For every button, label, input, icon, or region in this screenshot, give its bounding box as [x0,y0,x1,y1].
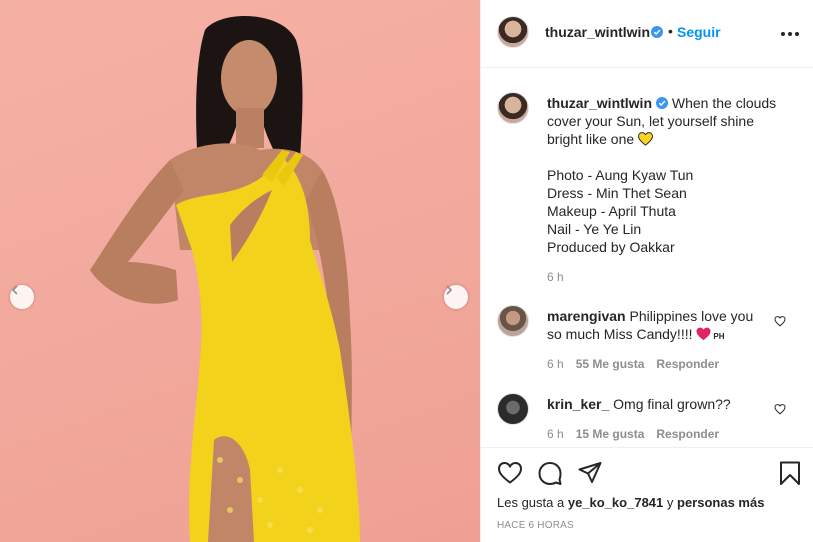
reply-button[interactable]: Responder [656,427,719,441]
post-caption: thuzar_wintlwin When the clouds cover yo… [547,94,787,256]
post-side-panel: thuzar_wintlwin • Seguir thuzar_wintlwin… [480,0,813,542]
commenter-username[interactable]: krin_ker_ [547,396,609,412]
share-icon[interactable] [577,460,603,486]
yellow-heart-emoji-icon [638,132,654,146]
next-photo-button[interactable] [444,285,468,309]
comment-meta: 6 h 15 Me gusta Responder [547,427,731,441]
commenter-avatar[interactable] [497,305,529,337]
credit-line: Dress - Min Thet Sean [547,185,687,201]
caption-text-line: cover your Sun, let yourself shine [547,113,754,129]
comment-icon[interactable] [537,460,563,486]
separator-dot: • [668,23,673,39]
author-avatar[interactable] [497,16,529,48]
verified-badge-icon [651,26,663,38]
commenter-username[interactable]: marengivan [547,308,626,324]
previous-photo-button[interactable] [10,285,34,309]
comment-time[interactable]: 6 h [547,357,564,371]
post-timestamp[interactable]: HACE 6 HORAS [497,520,574,531]
caption-username[interactable]: thuzar_wintlwin [547,95,652,111]
comment-item: krin_ker_ Omg final grown?? [547,395,772,413]
reply-button[interactable]: Responder [656,357,719,371]
red-heart-emoji-icon [696,327,711,341]
credit-line: Nail - Ye Ye Lin [547,221,642,237]
post-photo[interactable] [0,0,480,542]
comment-likes[interactable]: 15 Me gusta [576,427,645,441]
flag-emoji: PH [713,332,725,341]
credit-line: Produced by Oakkar [547,239,675,255]
comment-meta: 6 h 55 Me gusta Responder [547,357,731,371]
caption-text-line: When the clouds [671,95,777,111]
post-actions: Les gusta a ye_ko_ko_7841 y personas más… [481,447,813,542]
credit-line: Photo - Aung Kyaw Tun [547,167,694,183]
liked-by-others[interactable]: personas más [677,495,764,510]
caption-time[interactable]: 6 h [547,270,564,284]
more-options-icon[interactable] [781,26,799,42]
caption-avatar[interactable] [497,92,529,124]
comment-text: Omg final grown?? [613,396,731,412]
liked-by-summary: Les gusta a ye_ko_ko_7841 y personas más [497,495,764,510]
comment-likes[interactable]: 55 Me gusta [576,357,645,371]
model-illustration [90,16,360,542]
comment-time[interactable]: 6 h [547,427,564,441]
post-header: thuzar_wintlwin • Seguir [481,0,813,68]
comment-text: so much Miss Candy!!!! [547,326,693,342]
heart-icon[interactable] [497,460,523,486]
chevron-right-icon [446,285,453,295]
liked-by-middle: y [666,495,674,510]
author-username[interactable]: thuzar_wintlwin [545,24,650,40]
verified-badge-icon [656,97,668,109]
liked-by-prefix: Les gusta a [497,495,565,510]
liked-by-user[interactable]: ye_ko_ko_7841 [568,495,663,510]
caption-credits: Photo - Aung Kyaw Tun Dress - Min Thet S… [547,166,787,256]
commenter-avatar[interactable] [497,393,529,425]
follow-button[interactable]: Seguir [677,24,721,40]
caption-text-line: bright like one [547,131,635,147]
chevron-left-icon [11,285,18,295]
comment-like-icon[interactable] [774,403,786,415]
comment-item: marengivan Philippines love you so much … [547,307,772,346]
comment-like-icon[interactable] [774,315,786,327]
credit-line: Makeup - April Thuta [547,203,676,219]
comment-text: Philippines love you [629,308,754,324]
bookmark-icon[interactable] [777,460,803,486]
